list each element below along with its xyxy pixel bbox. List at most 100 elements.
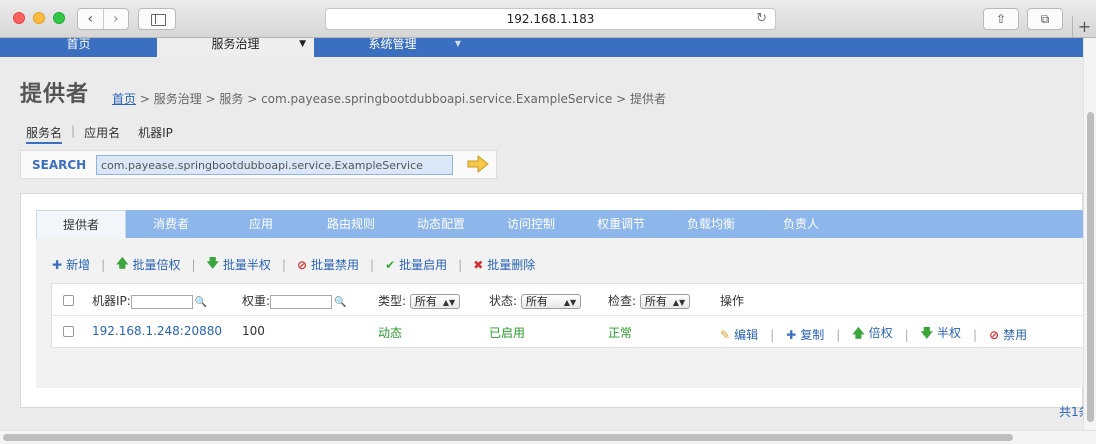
tab-weights[interactable]: 权重调节 [576, 210, 666, 238]
search-icon[interactable]: 🔍 [334, 297, 346, 308]
type-filter-header: 类型: 所有 ▲▼ [378, 292, 461, 309]
back-icon[interactable]: ‹ [78, 9, 104, 29]
pencil-icon: ✎ [720, 328, 731, 342]
history-buttons: ‹ › [77, 8, 129, 30]
tab-owners[interactable]: 负责人 [756, 210, 846, 238]
status-filter-header: 状态: 所有 ▲▼ [489, 292, 582, 309]
edit-label: 编辑 [734, 328, 759, 342]
half-weight-label: 半权 [937, 326, 962, 340]
divider: | [836, 327, 841, 342]
breadcrumb-path: > 服务治理 > 服务 > com.payease.springbootdubb… [139, 92, 666, 106]
vertical-scrollbar[interactable] [1083, 38, 1096, 430]
provider-weight: 100 [242, 324, 265, 338]
scroll-thumb[interactable] [3, 434, 1013, 441]
add-button[interactable]: ✚ 新增 [52, 256, 90, 273]
new-tab-icon[interactable]: + [1072, 16, 1096, 38]
nav-home-label: 首页 [66, 38, 91, 51]
half-weight-button[interactable]: 🡇 半权 [921, 324, 961, 345]
page-title: 提供者 [20, 82, 90, 107]
double-weight-button[interactable]: 🡅 倍权 [852, 324, 892, 345]
search-tab-service[interactable]: 服务名 [26, 124, 63, 144]
provider-type: 动态 [378, 326, 403, 340]
tab-routes[interactable]: 路由规则 [306, 210, 396, 238]
batch-enable-button[interactable]: ✔ 批量启用 [385, 256, 447, 273]
browser-toolbar: ‹ › 192.168.1.183 ↻ ⇧ ⧉ + [0, 0, 1096, 38]
edit-button[interactable]: ✎ 编辑 [720, 326, 758, 343]
content-panel: 提供者 消费者 应用 路由规则 动态配置 访问控制 权重调节 负载均衡 负责人 … [20, 193, 1083, 419]
arrow-up-icon: 🡅 [116, 256, 129, 270]
batch-double-weight-button[interactable]: 🡅 批量倍权 [116, 254, 180, 275]
copy-label: 复制 [800, 328, 825, 342]
share-icon[interactable]: ⇧ [983, 8, 1019, 30]
horizontal-scrollbar[interactable] [0, 430, 1096, 444]
status-filter-select[interactable]: 所有 ▲▼ [520, 294, 582, 309]
batch-disable-label: 批量禁用 [311, 258, 360, 272]
divider: | [191, 257, 196, 272]
zoom-window-button[interactable] [53, 12, 65, 24]
tab-providers[interactable]: 提供者 [36, 210, 126, 238]
search-box: SEARCH [20, 150, 497, 179]
nav-system-management[interactable]: 系统管理 ▼ [314, 38, 471, 57]
search-go-arrow-icon[interactable] [467, 155, 489, 173]
batch-double-weight-label: 批量倍权 [132, 258, 181, 272]
total-count: 共1条记 [1059, 405, 1083, 419]
nav-home[interactable]: 首页 [0, 38, 157, 57]
search-tab-application[interactable]: 应用名 [84, 124, 120, 144]
select-arrows-icon: ▲▼ [672, 298, 686, 307]
divider: | [973, 327, 978, 342]
divider: | [71, 124, 76, 138]
disable-label: 禁用 [1003, 328, 1028, 342]
plus-icon: ✚ [52, 257, 63, 272]
scroll-thumb[interactable] [1087, 112, 1094, 422]
check-header-label: 检查: [608, 294, 637, 308]
tab-dynamic-config[interactable]: 动态配置 [396, 210, 486, 238]
breadcrumb-home-link[interactable]: 首页 [112, 92, 136, 106]
search-label: SEARCH [32, 158, 87, 172]
weight-filter-input[interactable] [270, 294, 333, 309]
weight-filter-header: 权重: 🔍 [242, 292, 347, 309]
check-filter-select[interactable]: 所有 ▲▼ [639, 294, 691, 309]
type-filter-value: 所有 [414, 295, 437, 308]
divider: | [370, 257, 375, 272]
address-bar[interactable]: 192.168.1.183 ↻ [325, 8, 776, 30]
tab-access-control[interactable]: 访问控制 [486, 210, 576, 238]
provider-status: 已启用 [489, 326, 526, 340]
show-tabs-icon[interactable]: ⧉ [1027, 8, 1063, 30]
reload-icon[interactable]: ↻ [756, 9, 767, 29]
sidebar-toggle-icon[interactable] [138, 8, 176, 30]
main-nav: 首页 服务治理 ▼ 系统管理 ▼ [0, 38, 1083, 57]
row-checkbox[interactable] [63, 326, 74, 337]
check-icon: ✔ [385, 257, 396, 272]
divider: | [770, 327, 775, 342]
ip-filter-input[interactable] [130, 294, 193, 309]
disable-button[interactable]: ⊘ 禁用 [989, 326, 1027, 343]
search-input[interactable] [96, 155, 453, 175]
url-text: 192.168.1.183 [506, 12, 595, 26]
table-header-row: 机器IP: 🔍 权重: 🔍 类型: 所有 ▲▼ 状态: 所有 ▲▼ 检查: 所有… [52, 284, 1083, 316]
copy-button[interactable]: ✚ 复制 [786, 326, 824, 343]
plus-icon: ✚ [786, 328, 797, 342]
forward-icon[interactable]: › [104, 9, 129, 29]
tab-applications[interactable]: 应用 [216, 210, 306, 238]
ban-icon: ⊘ [989, 328, 1000, 342]
nav-service-governance[interactable]: 服务治理 ▼ [157, 38, 314, 57]
ip-filter-header: 机器IP: 🔍 [92, 292, 207, 309]
check-filter-header: 检查: 所有 ▲▼ [608, 292, 691, 309]
search-icon[interactable]: 🔍 [195, 297, 207, 308]
tab-load-balance[interactable]: 负载均衡 [666, 210, 756, 238]
minimize-window-button[interactable] [33, 12, 45, 24]
table-row: 192.168.1.248:20880 100 动态 已启用 正常 ✎ 编辑 | … [52, 316, 1083, 348]
select-all-checkbox[interactable] [63, 295, 74, 306]
arrow-down-icon: 🡇 [206, 256, 219, 270]
search-type-tabs: 服务名 | 应用名 | 机器IP [26, 124, 173, 144]
batch-half-weight-button[interactable]: 🡇 批量半权 [207, 254, 271, 275]
batch-delete-button[interactable]: ✖ 批量删除 [473, 256, 535, 273]
type-filter-select[interactable]: 所有 ▲▼ [409, 294, 461, 309]
search-tab-ip[interactable]: 机器IP [138, 124, 173, 144]
select-arrows-icon: ▲▼ [563, 298, 577, 307]
provider-ip-link[interactable]: 192.168.1.248:20880 [92, 324, 222, 338]
close-window-button[interactable] [13, 12, 25, 24]
tab-consumers[interactable]: 消费者 [126, 210, 216, 238]
weight-header-label: 权重: [242, 294, 271, 308]
batch-disable-button[interactable]: ⊘ 批量禁用 [297, 256, 359, 273]
